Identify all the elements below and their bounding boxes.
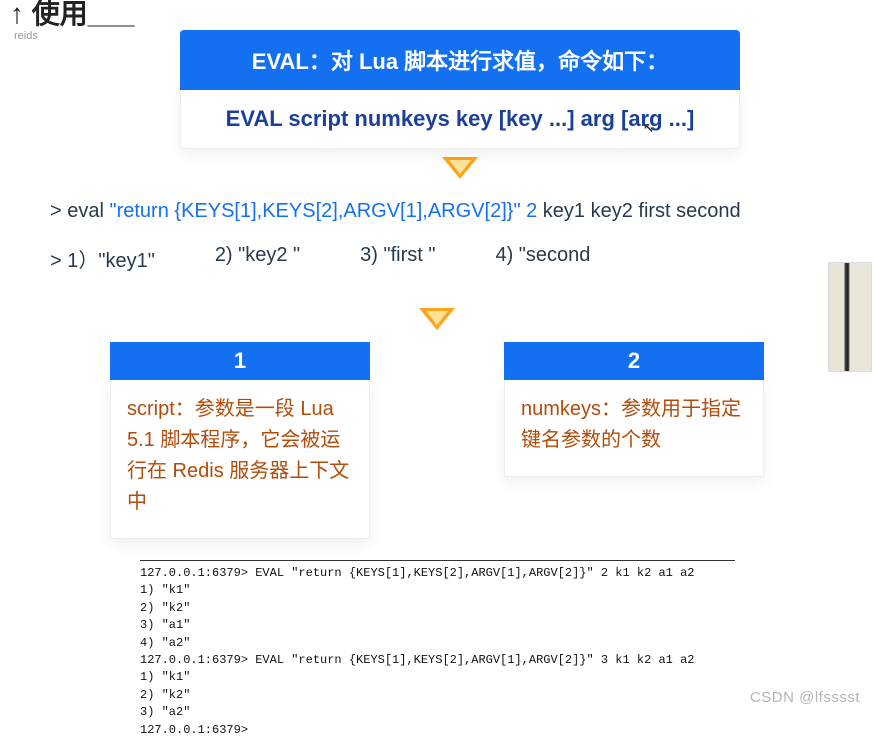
eval-out-1: > 1）"key1": [50, 244, 155, 273]
term-line: 1) "k1": [140, 582, 735, 599]
hero-syntax: EVAL script numkeys key [key ...] arg [a…: [180, 90, 740, 149]
box-2-body: numkeys：参数用于指定键名参数的个数: [504, 380, 764, 477]
box-1-body: script：参数是一段 Lua 5.1 脚本程序，它会被运行在 Redis 服…: [110, 380, 370, 539]
down-arrow-icon: [419, 308, 455, 330]
cursor-icon: ↖: [643, 120, 654, 136]
terminal-block: 127.0.0.1:6379> EVAL "return {KEYS[1],KE…: [140, 560, 735, 739]
term-line: 2) "k2": [140, 687, 735, 704]
eval-out-2: 2) "key2 ": [215, 244, 300, 273]
box-2-head: 2: [504, 342, 764, 380]
box-1: 1 script：参数是一段 Lua 5.1 脚本程序，它会被运行在 Redis…: [110, 342, 370, 539]
term-line: 3) "a1": [140, 617, 735, 634]
eval-prefix: > eval: [50, 200, 109, 222]
term-line: 4) "a2": [140, 635, 735, 652]
term-line: 2) "k2": [140, 600, 735, 617]
eval-rest: key1 key2 first second: [537, 200, 740, 222]
hero-card: EVAL：对 Lua 脚本进行求值，命令如下： EVAL script numk…: [180, 30, 740, 179]
box-2: 2 numkeys：参数用于指定键名参数的个数: [504, 342, 764, 539]
term-line: 3) "a2": [140, 704, 735, 721]
eval-out-3: 3) "first ": [360, 244, 435, 273]
mid-arrow-wrap: [0, 300, 874, 330]
hero-title: EVAL：对 Lua 脚本进行求值，命令如下：: [180, 30, 740, 90]
eval-output-line: > 1）"key1" 2) "key2 " 3) "first " 4) "se…: [50, 244, 590, 273]
term-line: 1) "k1": [140, 669, 735, 686]
eval-out-4: 4) "second: [495, 244, 590, 273]
eval-example-line: > eval "return {KEYS[1],KEYS[2],ARGV[1],…: [50, 200, 741, 223]
hero-syntax-text: EVAL script numkeys key [key ...] arg [a…: [226, 106, 695, 131]
term-line: 127.0.0.1:6379> EVAL "return {KEYS[1],KE…: [140, 565, 735, 582]
eval-numkeys: 2: [526, 200, 537, 222]
term-line: 127.0.0.1:6379> EVAL "return {KEYS[1],KE…: [140, 652, 735, 669]
page-top-fragment: ↑ 使用___: [10, 0, 135, 28]
boxes-row: 1 script：参数是一段 Lua 5.1 脚本程序，它会被运行在 Redis…: [0, 342, 874, 539]
box-1-head: 1: [110, 342, 370, 380]
eval-quoted: "return {KEYS[1],KEYS[2],ARGV[1],ARGV[2]…: [109, 200, 520, 222]
watermark: CSDN @lfsssst: [750, 689, 860, 706]
down-arrow-icon: [442, 157, 478, 179]
reids-label: reids: [14, 30, 38, 42]
term-line: 127.0.0.1:6379>: [140, 722, 735, 739]
